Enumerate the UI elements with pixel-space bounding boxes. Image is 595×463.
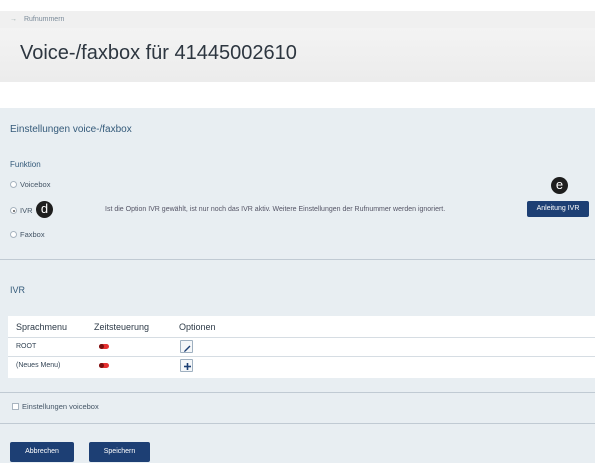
arrow-right-icon: → xyxy=(10,16,17,23)
add-menu-button[interactable] xyxy=(180,359,193,372)
radio-label-faxbox: Faxbox xyxy=(20,230,45,239)
breadcrumb-item-rufnummern[interactable]: Rufnummern xyxy=(24,16,64,23)
callout-marker-e: e xyxy=(551,177,568,194)
voicebox-settings-checkbox-row[interactable]: Einstellungen voicebox xyxy=(12,402,99,411)
radio-faxbox[interactable]: Faxbox xyxy=(10,230,45,239)
settings-title: Einstellungen voice-/faxbox xyxy=(10,124,132,135)
column-header-zeitsteuerung: Zeitsteuerung xyxy=(94,322,150,332)
divider xyxy=(0,423,595,424)
menu-name[interactable]: (Neues Menu) xyxy=(16,362,60,369)
page-title: Voice-/faxbox für 41445002610 xyxy=(20,42,297,64)
edit-button[interactable] xyxy=(180,340,193,353)
radio-label-ivr: IVR xyxy=(20,206,33,215)
title-bar: Voice-/faxbox für 41445002610 xyxy=(0,28,595,82)
checkbox[interactable] xyxy=(12,403,19,410)
table-row: (Neues Menu) xyxy=(8,356,595,375)
divider xyxy=(0,392,595,393)
callout-marker-d: d xyxy=(36,201,53,218)
plus-icon xyxy=(184,363,191,370)
ivr-info-text: Ist die Option IVR gewählt, ist nur noch… xyxy=(105,206,446,213)
divider xyxy=(0,259,595,260)
radio-button[interactable] xyxy=(10,231,17,238)
ivr-section-title: IVR xyxy=(10,285,26,295)
radio-button[interactable] xyxy=(10,181,17,188)
zeitsteuerung-toggle[interactable] xyxy=(99,344,109,349)
radio-label-voicebox: Voicebox xyxy=(20,180,51,189)
radio-voicebox[interactable]: Voicebox xyxy=(10,180,50,189)
radio-button-selected[interactable] xyxy=(10,207,17,214)
cancel-button[interactable]: Abbrechen xyxy=(10,442,74,462)
ivr-table: Sprachmenu Zeitsteuerung Optionen ROOT (… xyxy=(8,316,595,378)
radio-ivr[interactable]: IVR xyxy=(10,206,33,215)
zeitsteuerung-toggle[interactable] xyxy=(99,363,109,368)
breadcrumb: → Rufnummern xyxy=(0,11,595,28)
column-header-sprachmenu: Sprachmenu xyxy=(16,322,68,332)
menu-name[interactable]: ROOT xyxy=(16,343,36,350)
save-button[interactable]: Speichern xyxy=(89,442,150,462)
voicebox-settings-label: Einstellungen voicebox xyxy=(22,402,99,411)
column-header-optionen: Optionen xyxy=(179,322,216,332)
funktion-label: Funktion xyxy=(10,160,41,169)
pencil-icon xyxy=(184,345,191,352)
anleitung-ivr-button[interactable]: Anleitung IVR xyxy=(527,201,589,217)
table-row: ROOT xyxy=(8,337,595,356)
